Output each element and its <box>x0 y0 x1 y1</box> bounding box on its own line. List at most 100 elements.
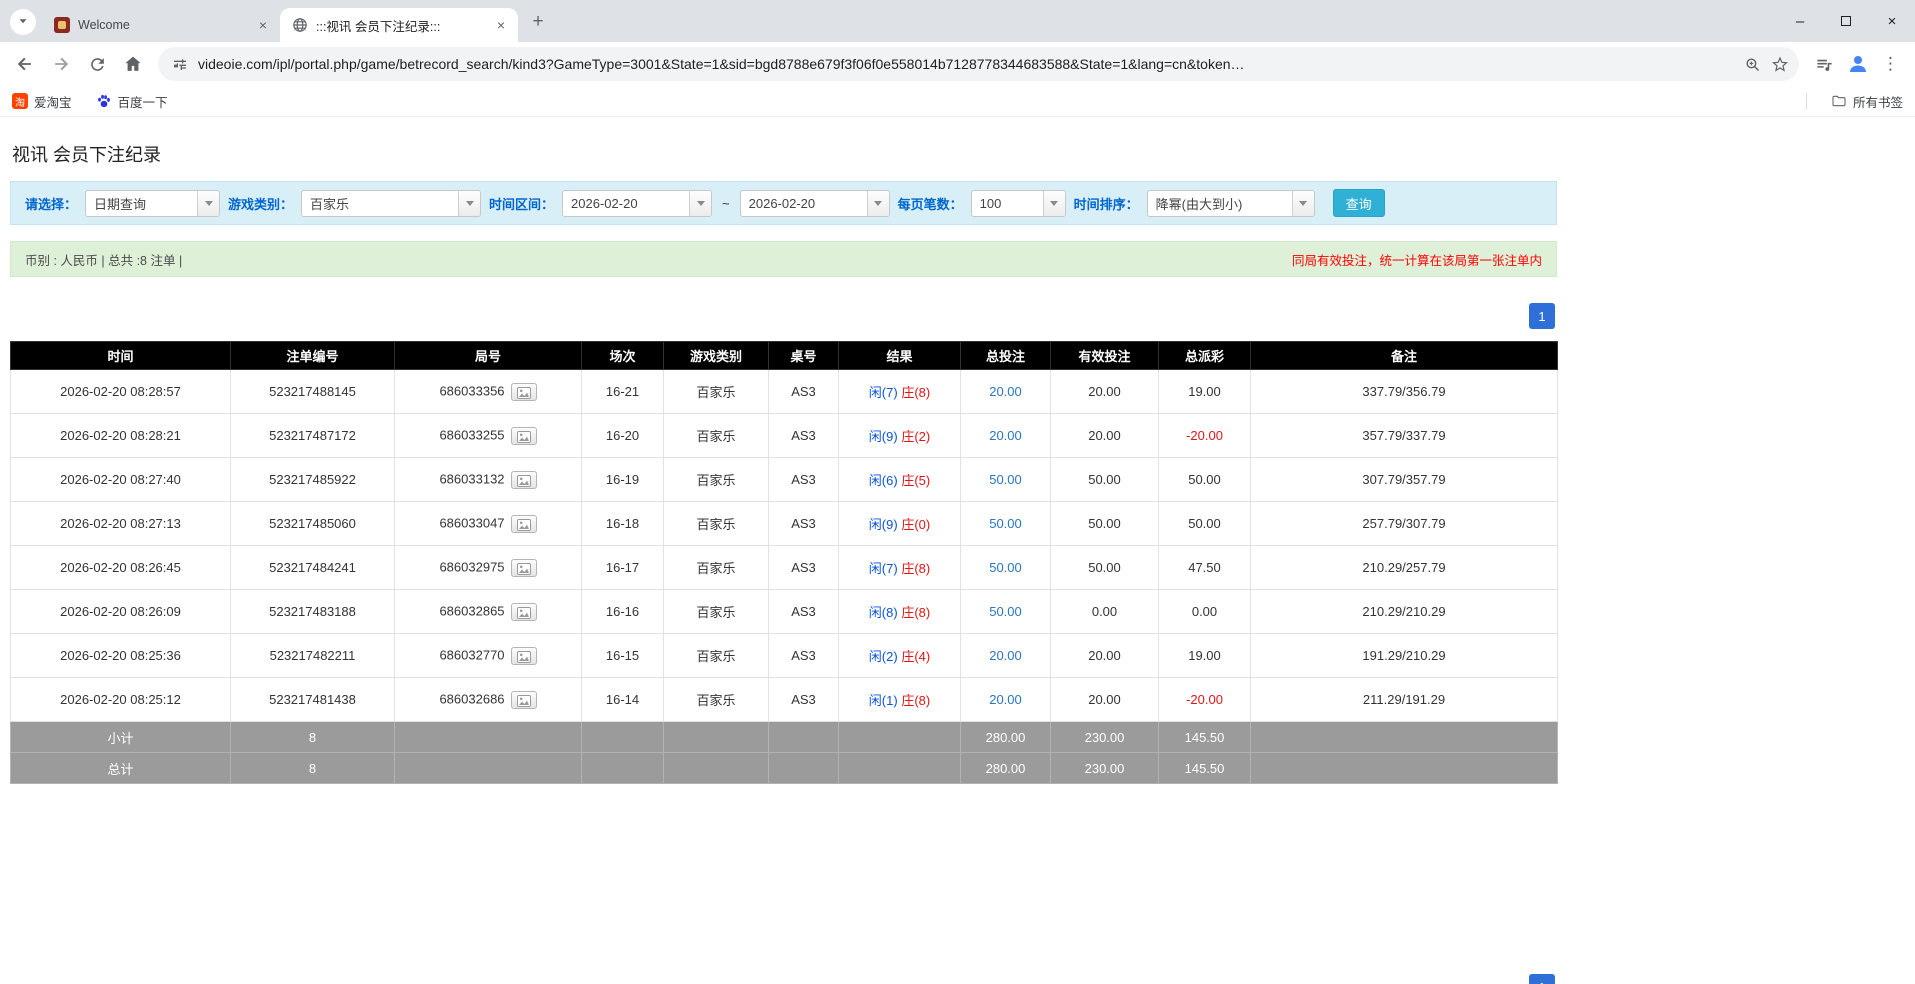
search-button[interactable]: 查询 <box>1332 189 1385 217</box>
cell-result: 闲(7) 庄(8) <box>838 545 961 590</box>
cell-round: 686033047 <box>394 501 582 546</box>
roadmap-button[interactable] <box>510 558 537 577</box>
player-result: 闲(9) <box>868 429 898 444</box>
cell-game-type: 百家乐 <box>663 633 769 678</box>
date-to-select[interactable]: 2026-02-20 <box>739 189 890 217</box>
bet-row: 2026-02-20 08:27:40 523217485922 686033132… <box>10 457 1558 502</box>
bookmark-baidu[interactable]: 百度一下 <box>96 92 168 111</box>
game-type-select[interactable]: 百家乐 <box>301 189 482 217</box>
banker-result: 庄(2) <box>901 429 931 444</box>
roadmap-button[interactable] <box>510 470 537 489</box>
bookmark-label: 爱淘宝 <box>34 95 72 110</box>
profile-avatar-icon[interactable] <box>1846 52 1870 76</box>
sort-label: 时间排序： <box>1073 196 1139 212</box>
bookmark-taobao[interactable]: 淘 爱淘宝 <box>12 92 72 111</box>
tab-title: Welcome <box>78 18 130 32</box>
player-result: 闲(8) <box>868 605 898 620</box>
page-size-select[interactable]: 100 <box>970 189 1066 217</box>
roadmap-button[interactable] <box>510 382 537 401</box>
filter-bar: 请选择： 日期查询 游戏类别： 百家乐 时间区间： 2026-02-20 ~ 2… <box>10 181 1557 225</box>
date-from-value: 2026-02-20 <box>571 195 638 211</box>
cell-total-bet: 50.00 <box>960 457 1051 502</box>
cell-total-bet: 20.00 <box>960 633 1051 678</box>
dropdown-button[interactable] <box>1042 190 1065 216</box>
menu-kebab-icon[interactable]: ⋮ <box>1882 54 1899 74</box>
minimize-button[interactable]: – <box>1777 0 1823 42</box>
tab-close-icon[interactable]: × <box>492 16 510 34</box>
close-window-button[interactable]: × <box>1869 0 1915 42</box>
cell-round: 686032770 <box>394 633 582 678</box>
forward-button[interactable] <box>44 47 78 81</box>
total-bet-link[interactable]: 50.00 <box>989 472 1022 487</box>
cell-valid-bet: 50.00 <box>1050 545 1159 590</box>
sort-select[interactable]: 降幂(由大到小) <box>1146 189 1315 217</box>
cell-valid-bet: 20.00 <box>1050 677 1159 722</box>
dropdown-button[interactable] <box>1291 190 1314 216</box>
roadmap-button[interactable] <box>510 690 537 709</box>
cell-empty <box>394 721 582 753</box>
cell-count: 8 <box>230 752 395 784</box>
cell-bet-id: 523217488145 <box>230 369 395 414</box>
player-result: 闲(6) <box>868 473 898 488</box>
cell-valid-bet: 230.00 <box>1050 721 1159 753</box>
column-header: 游戏类别 <box>663 341 769 370</box>
bet-row: 2026-02-20 08:26:45 523217484241 686032975… <box>10 545 1558 590</box>
cell-payout: 47.50 <box>1158 545 1251 590</box>
dropdown-button[interactable] <box>458 190 481 216</box>
cell-round: 686032975 <box>394 545 582 590</box>
cell-time: 2026-02-20 08:27:40 <box>10 457 231 502</box>
cell-valid-bet: 50.00 <box>1050 457 1159 502</box>
date-range-label: 时间区间： <box>489 196 555 212</box>
chevron-down-icon <box>696 200 705 206</box>
cell-result: 闲(1) 庄(8) <box>838 677 961 722</box>
query-type-select[interactable]: 日期查询 <box>85 189 221 217</box>
total-bet-link[interactable]: 20.00 <box>989 648 1022 663</box>
total-bet-link[interactable]: 50.00 <box>989 604 1022 619</box>
image-icon <box>516 518 531 534</box>
zoom-icon[interactable] <box>1744 56 1761 73</box>
page-1-button[interactable]: 1 <box>1529 974 1555 984</box>
reload-button[interactable] <box>80 47 114 81</box>
address-bar[interactable]: videoie.com/ipl/portal.php/game/betrecor… <box>158 47 1799 81</box>
dropdown-button[interactable] <box>866 190 889 216</box>
roadmap-button[interactable] <box>510 602 537 621</box>
tab-close-icon[interactable]: × <box>254 16 272 34</box>
maximize-button[interactable] <box>1823 0 1869 42</box>
dropdown-button[interactable] <box>689 190 712 216</box>
bookmark-star-icon[interactable] <box>1771 55 1789 73</box>
tab-search-button[interactable] <box>10 9 36 35</box>
tab-title: :::视讯 会员下注纪录::: <box>316 19 441 34</box>
cell-session: 16-19 <box>581 457 664 502</box>
cell-game-type: 百家乐 <box>663 413 769 458</box>
home-button[interactable] <box>116 47 150 81</box>
new-tab-button[interactable]: + <box>524 8 552 36</box>
total-bet-link[interactable]: 50.00 <box>989 516 1022 531</box>
tab-welcome[interactable]: Welcome × <box>42 8 281 42</box>
date-from-select[interactable]: 2026-02-20 <box>562 189 713 217</box>
roadmap-button[interactable] <box>510 646 537 665</box>
reload-icon <box>88 55 107 74</box>
media-controls-icon[interactable] <box>1815 55 1834 74</box>
cell-table-no: AS3 <box>768 501 839 546</box>
browser-chrome: Welcome × :::视讯 会员下注纪录::: × + – × videoi… <box>0 0 1915 117</box>
all-bookmarks-button[interactable]: 所有书签 <box>1831 92 1903 111</box>
cell-empty <box>581 721 664 753</box>
cell-bet-id: 523217484241 <box>230 545 395 590</box>
cell-session: 16-21 <box>581 369 664 414</box>
url-text[interactable]: videoie.com/ipl/portal.php/game/betrecor… <box>198 56 1734 72</box>
cell-total-bet: 20.00 <box>960 369 1051 414</box>
dropdown-button[interactable] <box>197 190 220 216</box>
total-bet-link[interactable]: 20.00 <box>989 428 1022 443</box>
site-settings-icon[interactable] <box>172 56 188 72</box>
cell-game-type: 百家乐 <box>663 457 769 502</box>
roadmap-button[interactable] <box>510 514 537 534</box>
total-bet-link[interactable]: 50.00 <box>989 560 1022 575</box>
total-bet-link[interactable]: 20.00 <box>989 384 1022 399</box>
cell-payout: 145.50 <box>1158 721 1251 753</box>
page-1-button[interactable]: 1 <box>1529 303 1555 329</box>
total-bet-link[interactable]: 20.00 <box>989 692 1022 707</box>
banker-result: 庄(4) <box>901 649 931 664</box>
back-button[interactable] <box>8 47 42 81</box>
roadmap-button[interactable] <box>510 426 537 445</box>
tab-bet-record[interactable]: :::视讯 会员下注纪录::: × <box>280 8 518 42</box>
